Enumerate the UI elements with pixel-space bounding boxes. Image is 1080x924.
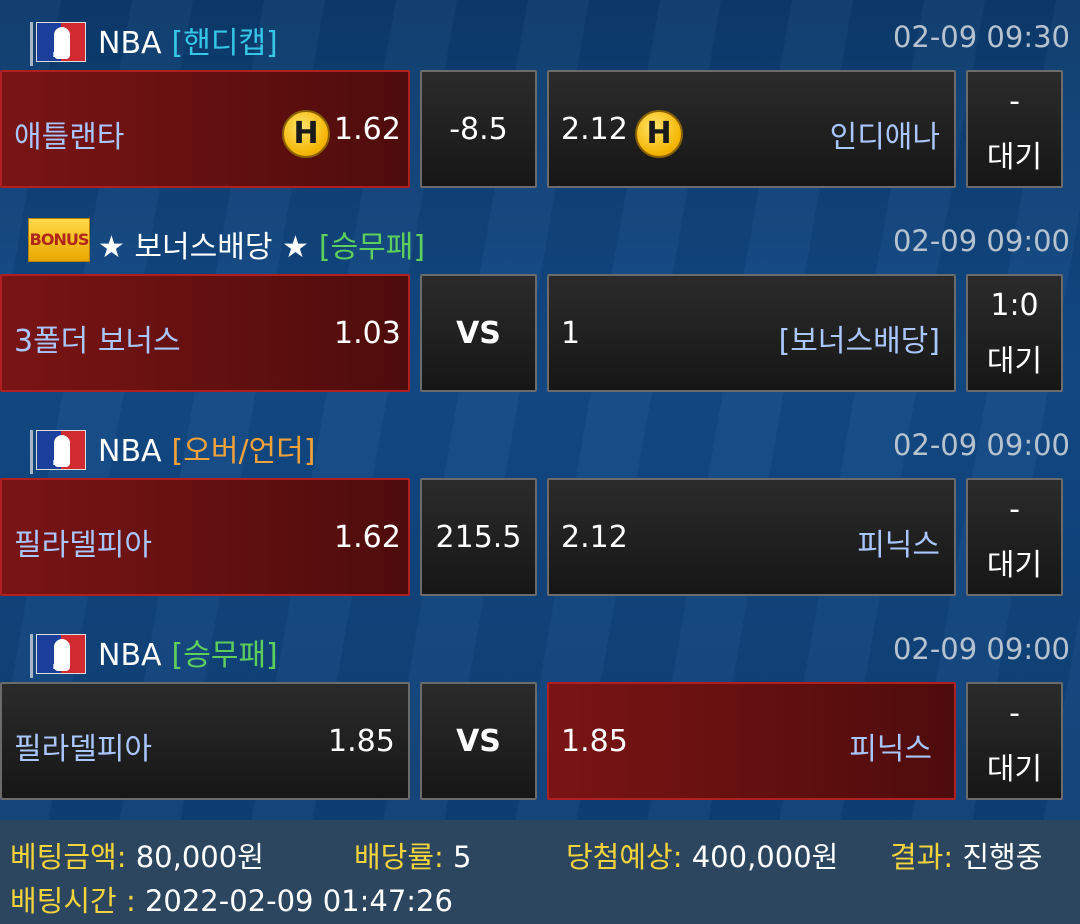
home-odds-button[interactable]: 필라델피아 1.62: [0, 478, 410, 596]
bet-type-tag: [승무패]: [318, 230, 426, 265]
league-name: NBA [핸디캡]: [98, 18, 278, 62]
middle-value: 215.5: [435, 520, 522, 555]
handicap-value: -8.5: [420, 70, 537, 188]
status-score: -: [1009, 84, 1020, 119]
match-time: 02-09 09:30: [892, 20, 1070, 54]
home-odds: 1.03: [334, 316, 401, 351]
away-odds-button[interactable]: 1 [보너스배당]: [547, 274, 956, 392]
h-badge-icon: H: [635, 110, 683, 158]
match-header: NBA NBA [승무패] 02-09 09:00: [0, 620, 1080, 680]
result-label: 결과:: [890, 840, 954, 874]
match-status: 1:0 대기: [966, 274, 1063, 392]
away-team-name: [보너스배당]: [778, 324, 940, 359]
bet-result: 결과: 진행중: [890, 834, 1042, 876]
away-odds: 2.12: [561, 520, 628, 555]
nba-logo-icon: NBA: [36, 430, 86, 470]
match-status: - 대기: [966, 478, 1063, 596]
divider: [30, 634, 33, 678]
match-status: - 대기: [966, 70, 1063, 188]
home-odds: 1.85: [328, 724, 395, 759]
bet-type-tag: [승무패]: [171, 638, 278, 673]
divider: [30, 430, 33, 474]
home-team-name: 필라델피아: [14, 528, 152, 563]
match-time: 02-09 09:00: [892, 224, 1070, 258]
away-odds: 1: [561, 316, 581, 351]
league-label: ★ 보너스배당 ★: [98, 230, 309, 265]
away-team-name: 피닉스: [849, 732, 932, 767]
h-badge-icon: H: [282, 110, 330, 158]
status-score: 1:0: [990, 288, 1039, 323]
bonus-logo-icon: BONUS: [28, 218, 90, 262]
away-odds-button[interactable]: 2.12 피닉스: [547, 478, 956, 596]
home-team-name: 애틀랜타: [14, 120, 125, 155]
status-text: 대기: [986, 752, 1043, 787]
match-time: 02-09 09:00: [892, 428, 1070, 462]
bet-type-tag: [핸디캡]: [171, 26, 278, 61]
league-name: NBA [오버/언더]: [98, 426, 315, 470]
status-text: 대기: [986, 548, 1043, 583]
away-team-name: 피닉스: [857, 528, 940, 563]
league-name: ★ 보너스배당 ★ [승무패]: [98, 222, 425, 266]
middle-value: -8.5: [449, 112, 508, 147]
bet-amount-label: 베팅금액:: [10, 840, 127, 874]
status-score: -: [1009, 696, 1020, 731]
result-value: 진행중: [962, 840, 1043, 874]
match-time: 02-09 09:00: [892, 632, 1070, 666]
match-header: NBA NBA [오버/언더] 02-09 09:00: [0, 416, 1080, 476]
expected-label: 당첨예상:: [566, 840, 683, 874]
home-team-name: 3폴더 보너스: [14, 324, 181, 359]
expected-value: 400,000원: [691, 840, 839, 874]
status-text: 대기: [986, 140, 1043, 175]
odds-value: 5: [453, 840, 472, 874]
league-name: NBA [승무패]: [98, 630, 278, 674]
vs-label: VS: [420, 682, 537, 800]
middle-value: VS: [456, 724, 501, 759]
status-text: 대기: [986, 344, 1043, 379]
bet-time-label: 배팅시간 :: [10, 884, 136, 918]
home-odds-button[interactable]: 필라델피아 1.85: [0, 682, 410, 800]
home-team-name: 필라델피아: [14, 732, 152, 767]
expected-payout: 당첨예상: 400,000원: [566, 834, 838, 876]
bet-amount: 베팅금액: 80,000원: [10, 834, 264, 876]
home-odds: 1.62: [334, 520, 401, 555]
divider: [30, 22, 33, 66]
league-label: NBA: [98, 26, 162, 61]
vs-label: VS: [420, 274, 537, 392]
away-odds-button[interactable]: 1.85 피닉스: [547, 682, 956, 800]
bet-time-value: 2022-02-09 01:47:26: [144, 884, 453, 918]
home-odds-button[interactable]: 3폴더 보너스 1.03: [0, 274, 410, 392]
nba-logo-icon: NBA: [36, 22, 86, 62]
match-status: - 대기: [966, 682, 1063, 800]
bet-time: 배팅시간 : 2022-02-09 01:47:26: [10, 878, 453, 920]
away-odds: 1.85: [561, 724, 628, 759]
league-label: NBA: [98, 638, 162, 673]
away-odds-button[interactable]: 2.12 H 인디애나: [547, 70, 956, 188]
match-header: NBA NBA [핸디캡] 02-09 09:30: [0, 8, 1080, 68]
away-team-name: 인디애나: [829, 120, 940, 155]
middle-value: VS: [456, 316, 501, 351]
bet-amount-value: 80,000원: [135, 840, 264, 874]
home-odds-button[interactable]: 애틀랜타 H 1.62: [0, 70, 410, 188]
bet-type-tag: [오버/언더]: [171, 434, 316, 469]
over-under-line: 215.5: [420, 478, 537, 596]
total-odds: 배당률: 5: [354, 834, 471, 876]
odds-label: 배당률:: [354, 840, 444, 874]
nba-logo-icon: NBA: [36, 634, 86, 674]
status-score: -: [1009, 492, 1020, 527]
home-odds: 1.62: [334, 112, 401, 147]
away-odds: 2.12: [561, 112, 628, 147]
bet-summary: 베팅금액: 80,000원 배당률: 5 당첨예상: 400,000원 결과: …: [0, 820, 1080, 924]
league-label: NBA: [98, 434, 162, 469]
match-header: ★ 보너스배당 ★ [승무패] 02-09 09:00: [0, 212, 1080, 272]
